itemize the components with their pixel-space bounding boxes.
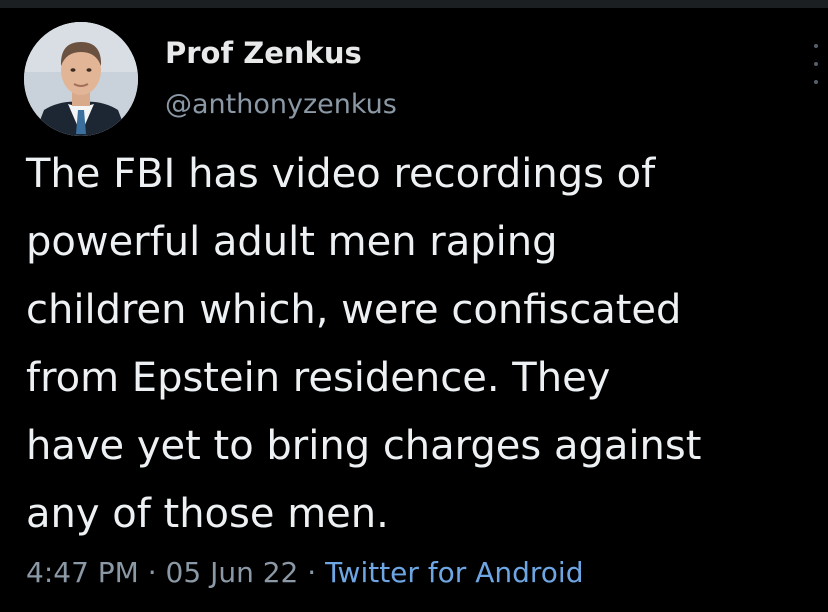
meta-separator: ·: [147, 556, 157, 589]
user-handle[interactable]: @anthonyzenkus: [165, 89, 397, 120]
more-vertical-icon[interactable]: [808, 44, 824, 84]
tweet-meta: 4:47 PM · 05 Jun 22 · Twitter for Androi…: [26, 556, 583, 589]
display-name[interactable]: Prof Zenkus: [165, 36, 362, 70]
tweet-text-line: have yet to bring charges against: [26, 423, 702, 469]
menu-dot: [814, 44, 818, 48]
tweet-source-link[interactable]: Twitter for Android: [325, 556, 583, 589]
tweet-date[interactable]: 05 Jun 22: [166, 556, 299, 589]
menu-dot: [814, 80, 818, 84]
tweet-text-line: any of those men.: [26, 491, 389, 537]
tweet-card: Prof Zenkus @anthonyzenkus The FBI has v…: [0, 0, 828, 612]
top-edge: [0, 0, 828, 8]
tweet-text: The FBI has video recordings of powerful…: [26, 140, 816, 548]
menu-dot: [814, 62, 818, 66]
meta-separator: ·: [307, 556, 317, 589]
avatar[interactable]: [24, 22, 138, 136]
tweet-text-line: The FBI has video recordings of: [26, 151, 656, 197]
tweet-text-line: from Epstein residence. They: [26, 355, 611, 401]
tweet-time[interactable]: 4:47 PM: [26, 556, 139, 589]
tweet-text-line: children which, were confiscated: [26, 287, 682, 333]
tweet-text-line: powerful adult men raping: [26, 219, 558, 265]
avatar-portrait: [24, 22, 138, 136]
